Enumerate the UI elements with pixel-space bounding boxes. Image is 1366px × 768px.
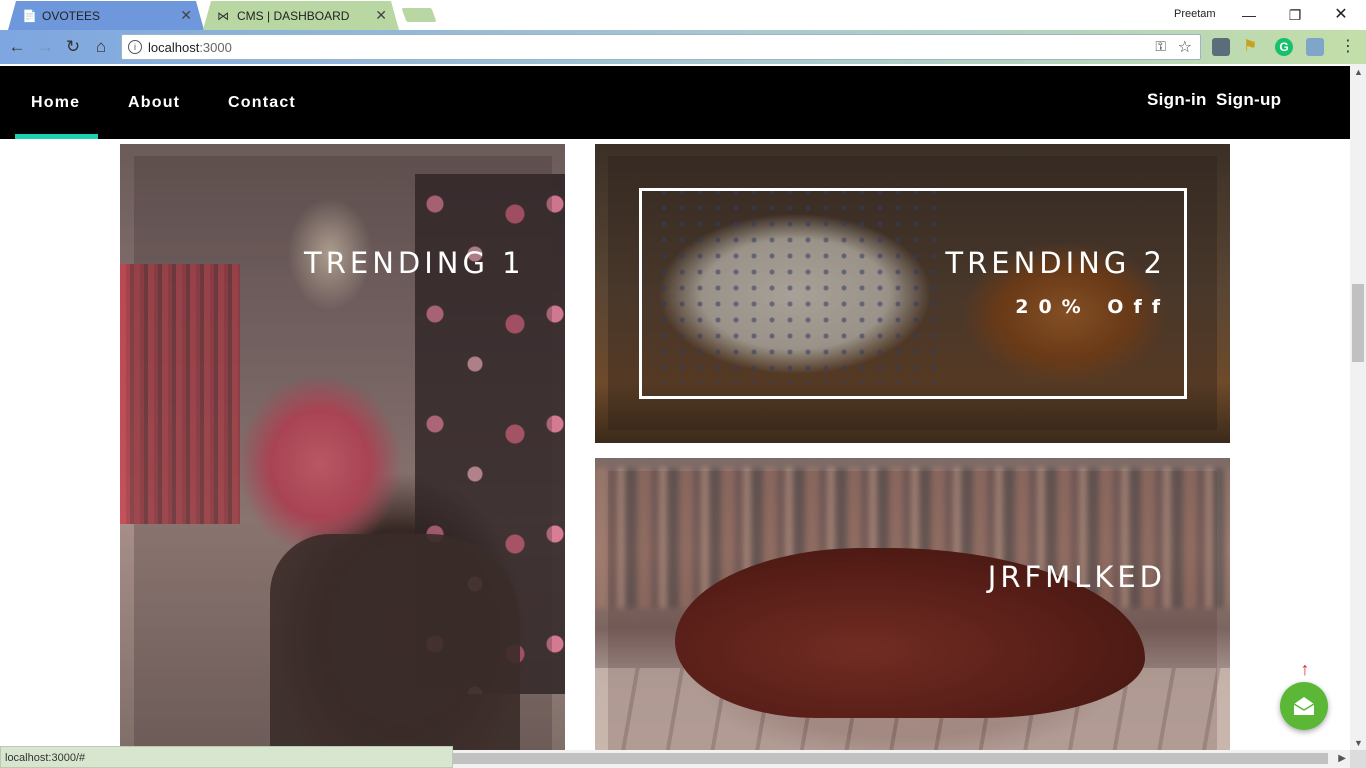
address-bar[interactable]: i localhost:3000 ⚿ ☆ <box>121 34 1201 60</box>
minimize-icon[interactable]: — <box>1234 4 1264 26</box>
link-status-bar: localhost:3000/# <box>0 746 453 768</box>
tile-overlay <box>608 471 1217 768</box>
tile-title: TRENDING 1 <box>304 246 525 280</box>
vertical-scrollbar[interactable]: ▲ ▼ <box>1350 64 1366 750</box>
extension-image-icon[interactable] <box>1306 38 1324 56</box>
browser-tab-bar: 📄 OVOTEES ✕ ⋈ CMS | DASHBOARD ✕ Preetam … <box>0 0 1366 30</box>
mail-icon <box>1293 697 1315 715</box>
extension-flag-icon[interactable]: ⚑ <box>1243 38 1261 56</box>
extension-grammarly-icon[interactable]: G <box>1275 38 1293 56</box>
window-close-icon[interactable]: ✕ <box>1326 4 1356 26</box>
jrfmlked-tile[interactable]: JRFMLKED <box>595 458 1230 768</box>
forward-icon[interactable]: → <box>34 37 56 57</box>
nav-home-link[interactable]: Home <box>31 94 80 112</box>
url-host: localhost <box>148 40 200 55</box>
tile-discount: 20% Off <box>1015 296 1170 318</box>
browser-toolbar: ← → ↻ ⌂ i localhost:3000 ⚿ ☆ ⚑ G ⋮ <box>0 30 1366 64</box>
scroll-top-arrow-icon[interactable]: ↑ <box>1297 660 1313 682</box>
page-viewport: Home About Contact Sign-in Sign-up TREND… <box>0 64 1350 768</box>
home-icon[interactable]: ⌂ <box>90 37 112 57</box>
back-icon[interactable]: ← <box>6 37 28 57</box>
tile-title: JRFMLKED <box>987 560 1166 594</box>
scrollbar-corner <box>1350 750 1366 768</box>
close-icon[interactable]: ✕ <box>375 7 387 24</box>
profile-name[interactable]: Preetam <box>1174 8 1216 20</box>
trending-1-tile[interactable]: TRENDING 1 <box>120 144 565 768</box>
mail-button[interactable] <box>1280 682 1328 730</box>
extension-eyedropper-icon[interactable] <box>1212 38 1230 56</box>
info-icon[interactable]: i <box>128 40 142 54</box>
scroll-up-icon[interactable]: ▲ <box>1354 67 1363 77</box>
restore-icon[interactable]: ❐ <box>1280 4 1310 26</box>
bookmark-star-icon[interactable]: ☆ <box>1178 37 1192 57</box>
browser-tab-ovotees[interactable]: 📄 OVOTEES ✕ <box>8 1 204 30</box>
nav-about-link[interactable]: About <box>128 94 180 112</box>
trending-2-tile[interactable]: TRENDING 2 20% Off <box>595 144 1230 443</box>
reload-icon[interactable]: ↻ <box>62 37 84 57</box>
tab-label: OVOTEES <box>42 9 101 23</box>
address-url: localhost:3000 <box>148 40 232 55</box>
browser-tab-cms-dashboard[interactable]: ⋈ CMS | DASHBOARD ✕ <box>203 1 399 30</box>
site-navbar: Home About Contact Sign-in Sign-up <box>0 66 1350 139</box>
bowtie-icon: ⋈ <box>217 9 229 23</box>
active-nav-indicator <box>15 134 98 139</box>
tile-title: TRENDING 2 <box>945 246 1166 280</box>
browser-menu-icon[interactable]: ⋮ <box>1340 36 1356 56</box>
tile-highlight-frame <box>639 188 1187 399</box>
tab-label: CMS | DASHBOARD <box>237 9 350 23</box>
url-port: :3000 <box>199 40 232 55</box>
key-icon[interactable]: ⚿ <box>1155 38 1166 55</box>
page-icon: 📄 <box>22 9 37 23</box>
scroll-down-icon[interactable]: ▼ <box>1354 738 1363 748</box>
signup-link[interactable]: Sign-up <box>1216 90 1281 110</box>
nav-contact-link[interactable]: Contact <box>228 94 296 112</box>
signin-link[interactable]: Sign-in <box>1147 90 1207 110</box>
scroll-right-icon[interactable]: ▶ <box>1338 753 1346 764</box>
close-icon[interactable]: ✕ <box>180 7 192 24</box>
new-tab-button[interactable] <box>401 8 437 22</box>
vertical-scroll-thumb[interactable] <box>1352 284 1364 362</box>
